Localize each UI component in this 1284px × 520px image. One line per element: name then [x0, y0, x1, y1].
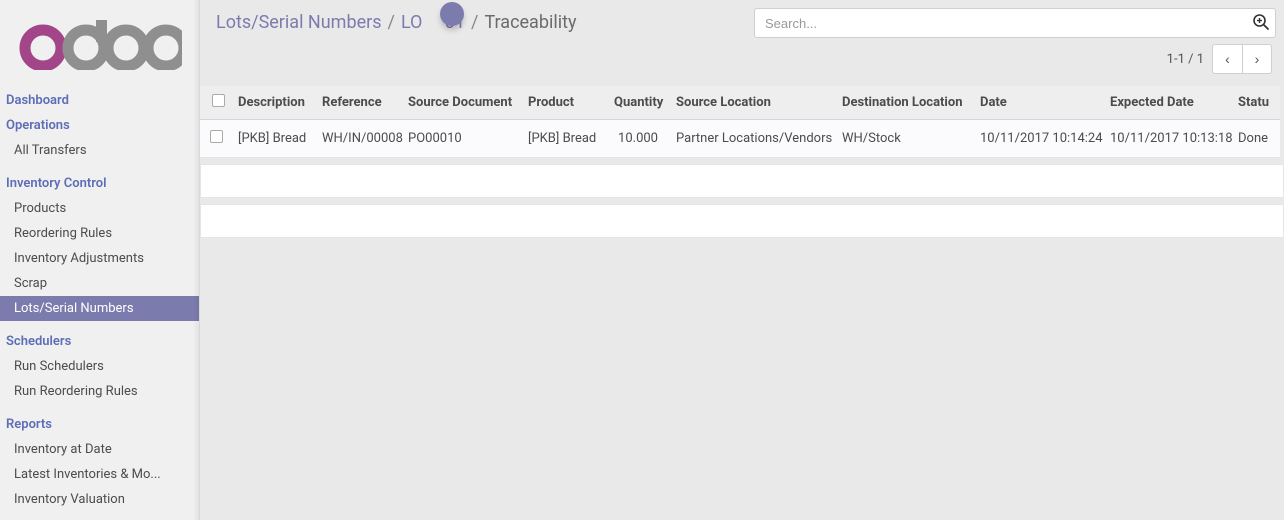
chevron-left-icon: ‹: [1225, 51, 1230, 67]
col-status[interactable]: Statu: [1232, 86, 1280, 120]
nav-item-all-transfers[interactable]: All Transfers: [0, 138, 199, 163]
breadcrumb-separator: /: [471, 12, 478, 33]
breadcrumb: Lots/Serial Numbers / LO 01 / Traceabili…: [216, 8, 576, 33]
col-source-location[interactable]: Source Location: [670, 86, 836, 120]
nav-header-reports[interactable]: Reports: [0, 412, 199, 437]
odoo-logo-icon: [18, 20, 182, 70]
nav-item-products[interactable]: Products: [0, 196, 199, 221]
pager: 1-1 / 1 ‹ ›: [1167, 44, 1276, 74]
breadcrumb-lots-serial[interactable]: Lots/Serial Numbers: [216, 12, 382, 33]
col-description[interactable]: Description: [232, 86, 316, 120]
topbar-right: 1-1 / 1 ‹ ›: [754, 8, 1276, 74]
nav-item-inventory-at-date[interactable]: Inventory at Date: [0, 437, 199, 462]
main-content: Lots/Serial Numbers / LO 01 / Traceabili…: [200, 0, 1284, 520]
nav-item-latest-inventories[interactable]: Latest Inventories & Mo...: [0, 462, 199, 487]
table-row[interactable]: [PKB] Bread WH/IN/00008 PO00010 [PKB] Br…: [200, 120, 1280, 158]
pager-buttons: ‹ ›: [1212, 44, 1272, 74]
nav-item-inventory-adjustments[interactable]: Inventory Adjustments: [0, 246, 199, 271]
trailing-space: [200, 164, 1284, 238]
app-root: Dashboard Operations All Transfers Inven…: [0, 0, 1284, 520]
search-plus-icon[interactable]: [1252, 13, 1270, 35]
nav-item-run-schedulers[interactable]: Run Schedulers: [0, 354, 199, 379]
cell-description: [PKB] Bread: [232, 120, 316, 158]
topbar: Lots/Serial Numbers / LO 01 / Traceabili…: [200, 0, 1284, 74]
cell-expected-date: 10/11/2017 10:13:18: [1104, 120, 1232, 158]
col-product[interactable]: Product: [522, 86, 608, 120]
breadcrumb-current: Traceability: [484, 12, 576, 33]
nav-item-run-reordering-rules[interactable]: Run Reordering Rules: [0, 379, 199, 404]
nav-item-scrap[interactable]: Scrap: [0, 271, 199, 296]
cell-source-document: PO00010: [402, 120, 522, 158]
nav-header-dashboard[interactable]: Dashboard: [0, 88, 199, 113]
col-reference[interactable]: Reference: [316, 86, 402, 120]
cell-quantity: 10.000: [608, 120, 670, 158]
nav-header-inventory-control[interactable]: Inventory Control: [0, 171, 199, 196]
col-source-document[interactable]: Source Document: [402, 86, 522, 120]
col-select-all: [200, 86, 232, 120]
pager-prev-button[interactable]: ‹: [1212, 44, 1242, 74]
search-box: [754, 8, 1276, 38]
cell-destination-location: WH/Stock: [836, 120, 974, 158]
col-date[interactable]: Date: [974, 86, 1104, 120]
cell-status: Done: [1232, 120, 1280, 158]
cell-product: [PKB] Bread: [522, 120, 608, 158]
sidebar: Dashboard Operations All Transfers Inven…: [0, 0, 200, 520]
cell-reference: WH/IN/00008: [316, 120, 402, 158]
search-input[interactable]: [754, 8, 1276, 38]
select-all-checkbox[interactable]: [212, 94, 225, 107]
traceability-table: Description Reference Source Document Pr…: [200, 86, 1280, 158]
pager-next-button[interactable]: ›: [1242, 44, 1272, 74]
breadcrumb-separator: /: [388, 12, 395, 33]
nav-header-operations[interactable]: Operations: [0, 113, 199, 138]
chevron-right-icon: ›: [1255, 51, 1260, 67]
cell-source-location: Partner Locations/Vendors: [670, 120, 836, 158]
col-expected-date[interactable]: Expected Date: [1104, 86, 1232, 120]
table-container: Description Reference Source Document Pr…: [200, 86, 1284, 244]
col-quantity[interactable]: Quantity: [608, 86, 670, 120]
pager-range: 1-1 / 1: [1167, 52, 1204, 67]
nav-item-reordering-rules[interactable]: Reordering Rules: [0, 221, 199, 246]
row-checkbox[interactable]: [210, 130, 223, 143]
nav-item-lots-serial[interactable]: Lots/Serial Numbers: [0, 296, 199, 321]
col-destination-location[interactable]: Destination Location: [836, 86, 974, 120]
cell-date: 10/11/2017 10:14:24: [974, 120, 1104, 158]
nav-item-inventory-valuation[interactable]: Inventory Valuation: [0, 487, 199, 512]
nav-header-schedulers[interactable]: Schedulers: [0, 329, 199, 354]
highlight-dot-icon: [440, 2, 464, 26]
brand-logo: [0, 0, 199, 88]
